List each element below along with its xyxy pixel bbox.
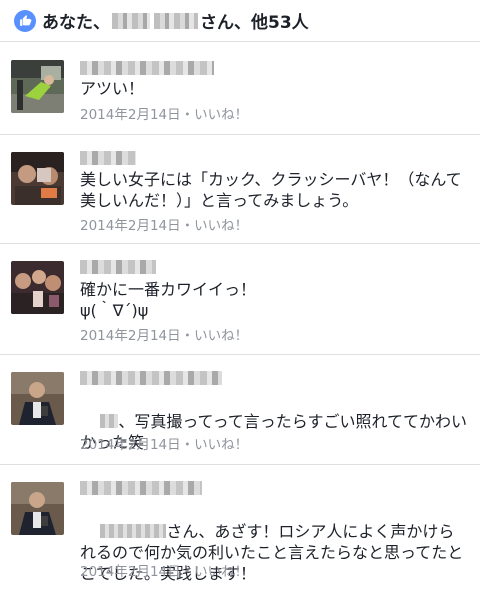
meta-separator: ・ [180,437,195,453]
commenter-name[interactable] [80,61,214,75]
thumbs-up-icon [14,9,36,32]
comment-text: 確かに一番カワイイっ！ ψ(｀∇´)ψ [80,280,257,320]
avatar[interactable] [11,372,64,425]
likes-summary-text: あなた、 さん、他53人 [42,8,309,33]
like-link[interactable]: いいね！ [194,218,248,234]
like-link[interactable]: いいね！ [194,328,248,344]
comment-item: 、写真撮ってって言ったらすごい照れててかわいかった笑 2014年2月14日・いい… [0,355,480,465]
like-link[interactable]: いいね！ [194,564,248,580]
mentioned-name[interactable] [100,524,167,538]
comment-meta: 2014年2月14日・いいね！ [80,214,248,234]
like-link[interactable]: いいね！ [194,107,248,123]
likes-suffix: さん、他53人 [200,13,309,33]
comment-date[interactable]: 2014年2月14日 [80,218,181,234]
commenter-name[interactable] [80,371,222,385]
comment-item: 確かに一番カワイイっ！ ψ(｀∇´)ψ 2014年2月14日・いいね！ [0,244,480,355]
comment-meta: 2014年2月14日・いいね！ [80,324,248,344]
mentioned-name[interactable] [100,414,119,428]
likes-prefix: あなた、 [42,13,110,33]
commenter-name[interactable] [80,151,136,165]
blurred-name [154,12,198,29]
comment-item: アツい！ 2014年2月14日・いいね！ [0,42,480,135]
avatar[interactable] [11,152,64,205]
blurred-name [112,12,150,29]
likes-summary-bar[interactable]: あなた、 さん、他53人 [0,0,480,42]
comment-item: 美しい女子には「カック、クラッシーバヤ！（なんて美しいんだ！）」と言ってみましょ… [0,135,480,244]
meta-separator: ・ [180,218,195,234]
meta-separator: ・ [180,107,195,123]
avatar[interactable] [11,60,64,113]
commenter-name[interactable] [80,481,202,495]
meta-separator: ・ [180,328,195,344]
avatar[interactable] [11,482,64,535]
comment-item: さん、あざす！ロシア人によく声かけられるので何か気の利いたこと言えたらなと思って… [0,465,480,593]
comment-text: アツい！ [80,79,145,98]
comment-text-row: 、写真撮ってって言ったらすごい照れててかわいかった笑 [80,390,468,474]
like-link[interactable]: いいね！ [194,437,248,453]
comment-meta: 2014年2月14日・いいね！ [80,433,248,453]
comment-date[interactable]: 2014年2月14日 [80,328,181,344]
comment-date[interactable]: 2014年2月14日 [80,107,181,123]
comment-text-row: さん、あざす！ロシア人によく声かけられるので何か気の利いたこと言えたらなと思って… [80,500,468,605]
comment-date[interactable]: 2014年2月14日 [80,564,181,580]
comment-date[interactable]: 2014年2月14日 [80,437,181,453]
meta-separator: ・ [180,564,195,580]
comment-meta: 2014年2月14日・いいね！ [80,103,248,123]
commenter-name[interactable] [80,260,156,274]
comment-text: 美しい女子には「カック、クラッシーバヤ！（なんて美しいんだ！）」と言ってみましょ… [80,170,462,210]
comment-meta: 2014年2月14日・いいね！ [80,560,248,580]
avatar[interactable] [11,261,64,314]
